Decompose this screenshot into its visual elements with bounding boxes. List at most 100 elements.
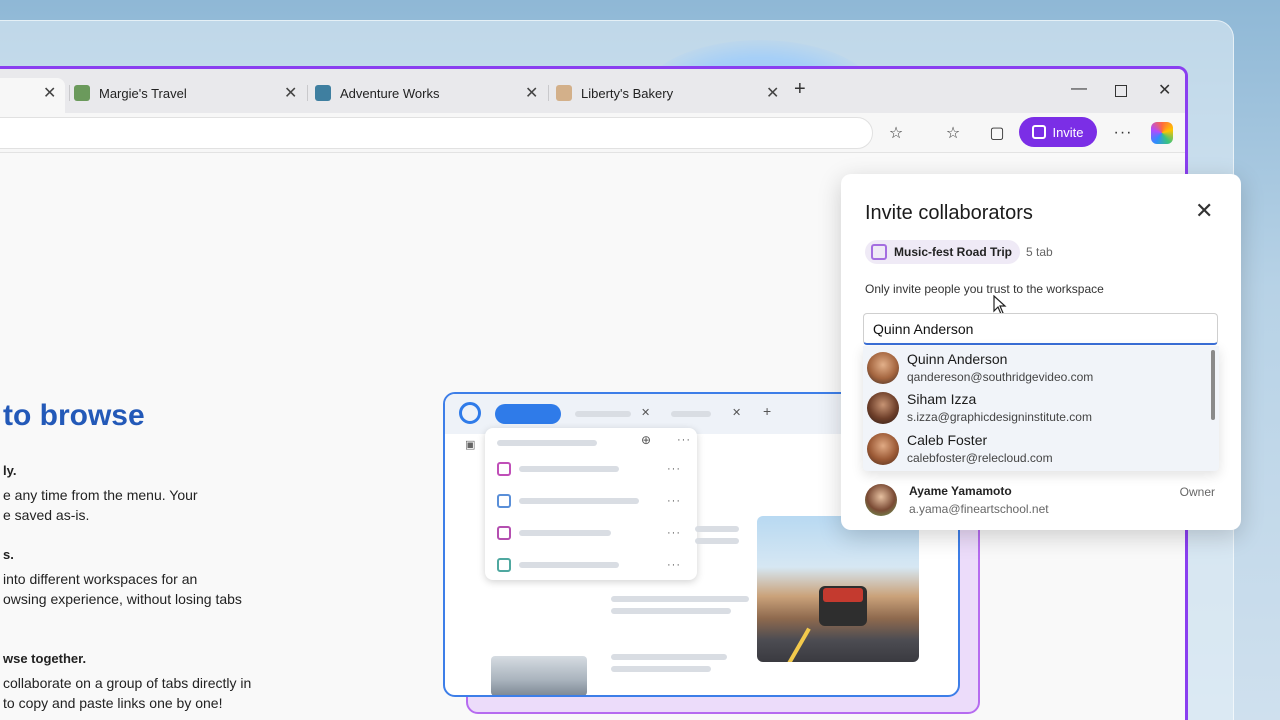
- workspace-icon: [497, 462, 511, 476]
- illustration-line: [671, 411, 711, 417]
- lock-icon: ▣: [465, 439, 476, 451]
- more-icon: ···: [667, 463, 681, 475]
- illustration-line: [611, 654, 727, 660]
- invite-button[interactable]: Invite: [1019, 117, 1097, 147]
- close-icon[interactable]: ✕: [1195, 198, 1213, 224]
- illustration-row: ···: [497, 460, 687, 478]
- owner-row: Ayame Yamamoto a.yama@fineartschool.net …: [863, 480, 1219, 520]
- suggestion-item[interactable]: Caleb Foster calebfoster@relecloud.com: [863, 429, 1219, 469]
- illustration-line: [611, 666, 711, 672]
- scrollbar[interactable]: [1211, 350, 1215, 420]
- suggestion-name: Caleb Foster: [907, 432, 988, 448]
- more-icon[interactable]: ···: [1111, 121, 1135, 145]
- paragraph-heading: ly.: [3, 463, 17, 478]
- suggestion-email: qandereson@southridgevideo.com: [907, 370, 1094, 384]
- toolbar: ☆ ☆ ▢ Invite ···: [0, 113, 1185, 153]
- paragraph-text: to copy and paste links one by one!: [3, 695, 223, 711]
- more-icon: ···: [667, 527, 681, 539]
- illustration-line: [695, 538, 739, 544]
- illustration-line: [695, 526, 739, 532]
- tab-label: Margie's Travel: [99, 85, 187, 101]
- tab-separator: [69, 85, 70, 101]
- jeep-body: [823, 588, 863, 602]
- more-icon: ···: [667, 559, 681, 571]
- tab-bar: ✕ Margie's Travel ✕ Adventure Works ✕ Li…: [0, 69, 1185, 113]
- illustration-row: ···: [497, 524, 687, 542]
- workspace-icon: [497, 526, 511, 540]
- close-icon: ✕: [732, 407, 742, 419]
- collections-icon[interactable]: ▢: [985, 121, 1009, 145]
- panel-title: Invite collaborators: [865, 202, 1033, 224]
- new-tab-icon[interactable]: +: [794, 78, 806, 101]
- tab-separator: [548, 85, 549, 101]
- suggestion-item[interactable]: Siham Izza s.izza@graphicdesigninstitute…: [863, 388, 1219, 428]
- avatar: [867, 433, 899, 465]
- paragraph-text: owsing experience, without losing tabs: [3, 591, 242, 607]
- minimize-icon[interactable]: —: [1071, 80, 1087, 98]
- plus-icon: +: [763, 403, 772, 419]
- copilot-icon[interactable]: [1151, 122, 1173, 144]
- paragraph-heading: s.: [3, 547, 14, 562]
- tab-favicon: [315, 85, 331, 101]
- workspace-logo-icon: [459, 402, 481, 424]
- suggestion-item[interactable]: Quinn Anderson qandereson@southridgevide…: [863, 348, 1219, 388]
- avatar: [867, 352, 899, 384]
- workspace-tab-count: 5 tab: [1026, 245, 1053, 259]
- illustration-line: [611, 608, 731, 614]
- paragraph-text: into different workspaces for an: [3, 571, 198, 587]
- paragraph-text: collaborate on a group of tabs directly …: [3, 675, 252, 691]
- workspace-icon: [871, 244, 887, 260]
- avatar: [865, 484, 897, 516]
- hero-title: to browse: [3, 399, 145, 432]
- mouse-cursor-icon: [993, 295, 1007, 315]
- tab-adventure-works[interactable]: Adventure Works ✕: [315, 78, 545, 108]
- suggestion-email: s.izza@graphicdesigninstitute.com: [907, 410, 1092, 424]
- tab-margies-travel[interactable]: Margie's Travel ✕: [74, 78, 304, 108]
- close-window-icon[interactable]: ✕: [1158, 80, 1171, 100]
- illustration-row: ···: [497, 492, 687, 510]
- road-line: [787, 627, 811, 662]
- road-trip-photo: [757, 516, 919, 662]
- illustration-line: [519, 530, 611, 536]
- illustration-line: [519, 498, 639, 504]
- close-icon[interactable]: ✕: [43, 83, 56, 103]
- maximize-icon[interactable]: [1115, 85, 1127, 97]
- more-icon: ···: [667, 495, 681, 507]
- paragraph-text: e saved as-is.: [3, 507, 90, 523]
- close-icon: ✕: [641, 407, 651, 419]
- more-icon: ···: [677, 434, 691, 446]
- suggestion-name: Quinn Anderson: [907, 351, 1008, 367]
- invite-hint: Only invite people you trust to the work…: [865, 282, 1104, 296]
- close-icon[interactable]: ✕: [525, 83, 538, 103]
- tab-libertys-bakery[interactable]: Liberty's Bakery ✕: [556, 78, 786, 108]
- illustration-pill: [495, 404, 561, 424]
- add-favorite-icon[interactable]: ☆: [884, 121, 908, 145]
- illustration-menu: ⊕ ··· ··· ··· ··· ···: [485, 428, 697, 580]
- illustration-row: ···: [497, 556, 687, 574]
- owner-email: a.yama@fineartschool.net: [909, 502, 1049, 516]
- address-bar[interactable]: ☆: [0, 117, 903, 149]
- close-icon[interactable]: ✕: [766, 83, 779, 103]
- tab-current[interactable]: ✕: [0, 78, 65, 113]
- workspace-icon: [497, 494, 511, 508]
- workspace-name: Music-fest Road Trip: [894, 245, 1013, 259]
- tab-favicon: [556, 85, 572, 101]
- invite-collaborators-panel: Invite collaborators ✕ Music-fest Road T…: [841, 174, 1241, 530]
- suggestion-list: Quinn Anderson qandereson@southridgevide…: [863, 346, 1219, 471]
- invite-search-input[interactable]: [863, 313, 1218, 345]
- illustration-line: [611, 596, 749, 602]
- workspace-icon: [1032, 125, 1047, 139]
- workspace-icon: [497, 558, 511, 572]
- close-icon[interactable]: ✕: [284, 83, 297, 103]
- avatar: [867, 392, 899, 424]
- favorites-icon[interactable]: ☆: [941, 121, 965, 145]
- tab-label: Adventure Works: [340, 85, 440, 101]
- suggestion-email: calebfoster@relecloud.com: [907, 451, 1053, 465]
- suggestion-name: Siham Izza: [907, 391, 977, 407]
- workspace-chip: Music-fest Road Trip: [865, 240, 1021, 264]
- illustration-line: [519, 466, 619, 472]
- paragraph-heading: wse together.: [3, 651, 87, 666]
- illustration-line: [519, 562, 619, 568]
- owner-name: Ayame Yamamoto: [909, 484, 1012, 498]
- tab-separator: [307, 85, 308, 101]
